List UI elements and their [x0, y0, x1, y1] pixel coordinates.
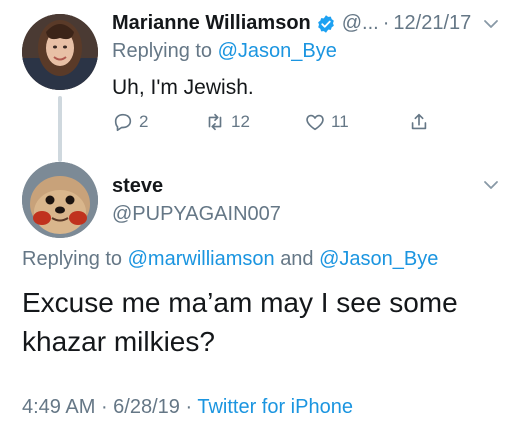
separator-dot: ·	[382, 12, 390, 34]
tweet-text: Excuse me ma’am may I see some khazar mi…	[22, 287, 458, 357]
verified-badge-icon	[317, 14, 334, 33]
chevron-down-icon[interactable]	[482, 15, 500, 33]
replying-and: and	[280, 248, 314, 270]
share-icon	[411, 113, 427, 130]
chevron-down-icon[interactable]	[482, 176, 500, 194]
tweet-date[interactable]: 6/28/19	[113, 396, 180, 418]
like-count: 11	[331, 112, 349, 131]
replying-to-link[interactable]: @Jason_Bye	[218, 40, 337, 62]
replying-prefix: Replying to	[22, 248, 123, 270]
replying-to: Replying to @marwilliamson and @Jason_By…	[22, 248, 438, 271]
reply-count: 2	[139, 112, 149, 131]
retweet-icon	[208, 113, 222, 131]
tweet-time[interactable]: 4:49 AM	[22, 396, 95, 418]
like-icon	[306, 114, 324, 131]
tweet-header: Marianne Williamson @... · 12/21/17	[112, 12, 471, 35]
replying-to-link[interactable]: @marwilliamson	[128, 248, 275, 270]
tweet-text: Uh, I'm Jewish.	[112, 76, 254, 99]
thread-line	[58, 96, 62, 162]
retweet-count: 12	[231, 112, 250, 131]
share-button[interactable]	[408, 111, 435, 133]
like-button[interactable]: 11	[304, 111, 349, 133]
author-name[interactable]: steve	[112, 175, 163, 198]
tweet-source[interactable]: Twitter for iPhone	[197, 396, 353, 418]
separator-dot: ·	[100, 396, 114, 418]
replying-to-link[interactable]: @Jason_Bye	[319, 248, 438, 270]
avatar-image	[22, 14, 98, 90]
reply-icon	[114, 113, 132, 132]
avatar[interactable]	[22, 14, 98, 90]
reply-button[interactable]: 2	[112, 111, 148, 133]
avatar[interactable]	[22, 162, 98, 238]
replying-to: Replying to @Jason_Bye	[112, 40, 337, 63]
retweet-button[interactable]: 12	[204, 111, 250, 133]
author-name[interactable]: Marianne Williamson	[112, 12, 311, 35]
separator-dot: ·	[185, 396, 198, 418]
author-handle[interactable]: @...	[342, 12, 379, 35]
author-handle[interactable]: @PUPYAGAIN007	[112, 203, 281, 226]
tweet-meta: 4:49 AM · 6/28/19 · Twitter for iPhone	[22, 396, 353, 419]
avatar-image	[22, 162, 98, 238]
replying-prefix: Replying to	[112, 40, 213, 62]
tweet-date[interactable]: 12/21/17	[393, 12, 471, 35]
tweet-actions: 2 12 11	[112, 111, 452, 137]
